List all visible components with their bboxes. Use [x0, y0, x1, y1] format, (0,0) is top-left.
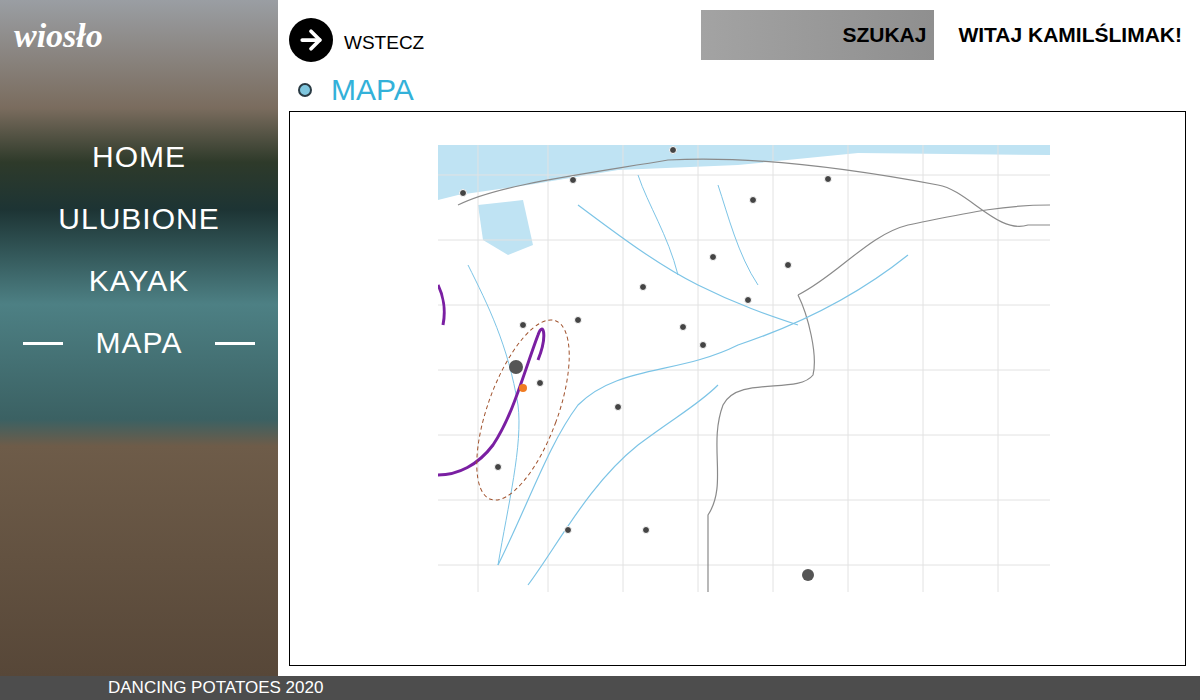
nav-item[interactable]: ULUBIONE [0, 199, 278, 239]
bullet-icon [298, 83, 312, 97]
back-button[interactable]: WSTECZ [289, 18, 424, 62]
logo[interactable]: wiosło [0, 0, 278, 56]
back-arrow-icon [289, 18, 333, 62]
search-button[interactable]: SZUKAJ [701, 10, 934, 60]
map-frame [289, 111, 1186, 666]
map-image [438, 145, 1050, 592]
nav-item[interactable]: HOME [0, 137, 278, 177]
main-content: WSTECZ SZUKAJ WITAJ KAMILŚLIMAK! MAPA [278, 0, 1200, 676]
greeting: WITAJ KAMILŚLIMAK! [958, 10, 1182, 60]
app: wiosłoHOMEULUBIONEKAYAKMAPAWSTECZSZUKAJW… [0, 0, 1200, 700]
nav-item[interactable]: KAYAK [0, 261, 278, 301]
sidebar: wiosło HOME ULUBIONE KAYAK MAPA [0, 0, 278, 676]
top-bar: WSTECZ SZUKAJ WITAJ KAMILŚLIMAK! [289, 0, 1200, 72]
page-title: MAPA [331, 72, 414, 108]
nav-item[interactable]: MAPA [0, 323, 278, 363]
nav-selected-line [23, 342, 63, 345]
footer: DANCING POTATOES 2020 [0, 676, 1200, 700]
sidebar-nav: HOME ULUBIONE KAYAK MAPA [0, 56, 278, 363]
nav-selected-line [215, 342, 255, 345]
page-title-row: MAPA [289, 72, 1200, 108]
